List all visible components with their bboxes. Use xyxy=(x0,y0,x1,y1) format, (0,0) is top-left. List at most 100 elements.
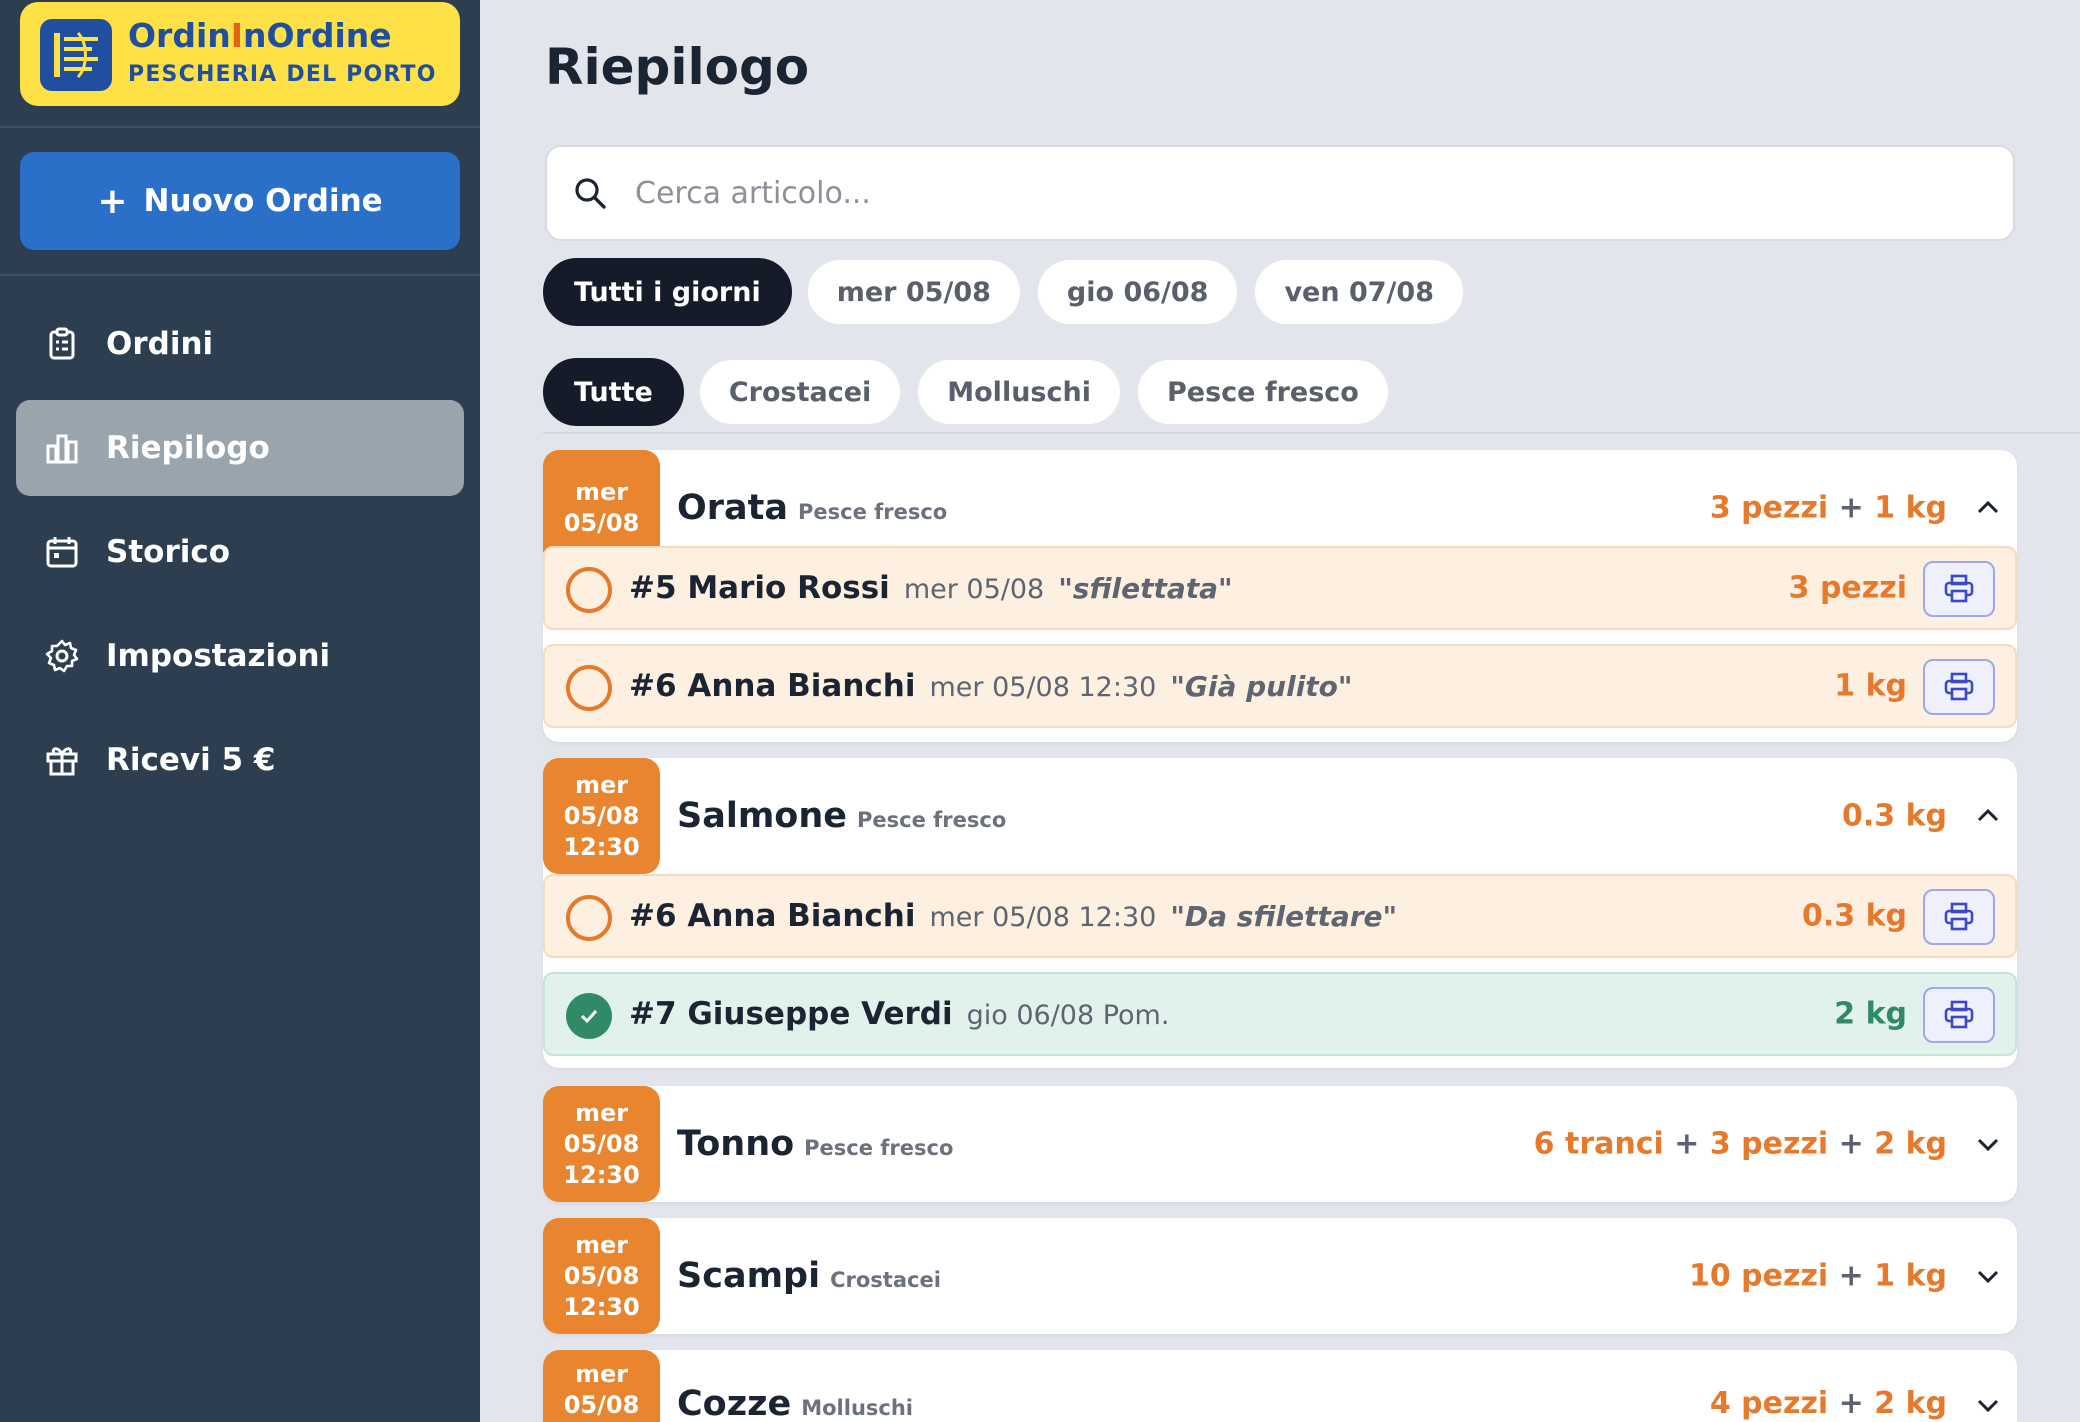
order-row[interactable]: #7 Giuseppe Verdi gio 06/08 Pom. 2 kg xyxy=(543,972,2017,1056)
new-order-button[interactable]: + Nuovo Ordine xyxy=(20,152,460,250)
brand-logo[interactable]: OrdinInOrdine PESCHERIA DEL PORTO xyxy=(20,2,460,106)
product-name: Tonno xyxy=(677,1124,795,1164)
product-category: Crostacei xyxy=(830,1268,941,1292)
order-time: mer 05/08 12:30 xyxy=(929,902,1157,933)
product-name: Cozze xyxy=(677,1384,792,1422)
order-customer: #7 Giuseppe Verdi xyxy=(629,996,953,1032)
print-button[interactable] xyxy=(1923,561,1995,617)
calendar-icon xyxy=(46,537,78,568)
sidebar-item-ordini[interactable]: Ordini xyxy=(16,296,464,392)
product-category: Pesce fresco xyxy=(804,1136,954,1160)
gear-icon xyxy=(45,639,79,673)
category-filter-chip[interactable]: Pesce fresco xyxy=(1135,358,1390,426)
product-title: Scampi Crostacei xyxy=(677,1256,941,1296)
product-total: 3 pezzi + 1 kg xyxy=(1710,491,1947,526)
sidebar-divider xyxy=(0,274,480,276)
sidebar-item-label: Riepilogo xyxy=(106,430,270,466)
product-name: Salmone xyxy=(677,796,847,836)
category-filter-chip[interactable]: Molluschi xyxy=(916,358,1122,426)
order-note: "sfilettata" xyxy=(1058,572,1233,605)
category-filter-chip[interactable]: Crostacei xyxy=(697,358,903,426)
printer-icon xyxy=(1944,902,1974,931)
print-button[interactable] xyxy=(1923,889,1995,945)
sidebar-item-riepilogo[interactable]: Riepilogo xyxy=(16,400,464,496)
chevron-down-icon[interactable] xyxy=(1973,1129,2003,1159)
badge-day: mer xyxy=(574,1360,629,1388)
product-name: Scampi xyxy=(677,1256,821,1296)
product-card: mer 05/08 Orata Pesce fresco 3 pezzi + 1… xyxy=(543,450,2017,742)
order-customer: #6 Anna Bianchi xyxy=(629,668,916,704)
new-order-label: Nuovo Ordine xyxy=(143,183,383,219)
product-header[interactable]: mer 05/08 Cozze Molluschi 4 pezzi + 2 kg xyxy=(543,1350,2017,1422)
order-time: mer 05/08 xyxy=(903,574,1045,605)
total-part: 4 pezzi xyxy=(1709,1386,1829,1421)
divider xyxy=(543,432,2080,434)
product-category: Pesce fresco xyxy=(857,808,1007,832)
product-total: 10 pezzi + 1 kg xyxy=(1689,1259,1947,1294)
product-title: Salmone Pesce fresco xyxy=(677,796,1006,836)
total-part: 3 pezzi xyxy=(1709,490,1829,526)
chevron-up-icon[interactable] xyxy=(1973,801,2003,831)
day-filter-chip[interactable]: gio 06/08 xyxy=(1035,258,1240,326)
order-row[interactable]: #5 Mario Rossi mer 05/08 "sfilettata" 3 … xyxy=(543,546,2017,630)
gift-icon xyxy=(46,747,78,776)
order-row[interactable]: #6 Anna Bianchi mer 05/08 12:30 "Già pul… xyxy=(543,644,2017,728)
plus-icon: + xyxy=(97,180,128,222)
day-filter-chip[interactable]: mer 05/08 xyxy=(805,258,1022,326)
chevron-down-icon[interactable] xyxy=(1973,1390,2003,1420)
sidebar-item-ricevi[interactable]: Ricevi 5 € xyxy=(16,712,464,808)
chevron-up-icon[interactable] xyxy=(1973,493,2003,523)
badge-date: 05/08 xyxy=(563,1129,640,1158)
order-row[interactable]: #6 Anna Bianchi mer 05/08 12:30 "Da sfil… xyxy=(543,874,2017,958)
sidebar-item-impostazioni[interactable]: Impostazioni xyxy=(16,608,464,704)
order-time: mer 05/08 12:30 xyxy=(929,672,1157,703)
sidebar-item-storico[interactable]: Storico xyxy=(16,504,464,600)
order-text: #6 Anna Bianchi mer 05/08 12:30 "Già pul… xyxy=(629,668,1353,704)
brand-title-part: nOrdine xyxy=(243,16,392,55)
product-header[interactable]: mer 05/08 12:30 Scampi Crostacei 10 pezz… xyxy=(543,1218,2017,1334)
date-badge: mer 05/08 12:30 xyxy=(543,1218,660,1334)
category-filter-row: Tutte Crostacei Molluschi Pesce fresco xyxy=(543,358,1390,426)
print-button[interactable] xyxy=(1923,987,1995,1043)
status-pending-icon[interactable] xyxy=(566,895,612,941)
status-pending-icon[interactable] xyxy=(566,665,612,711)
total-plus: + xyxy=(1838,1386,1864,1421)
product-header[interactable]: mer 05/08 12:30 Salmone Pesce fresco 0.3… xyxy=(543,758,2017,874)
sidebar-item-label: Ordini xyxy=(106,326,214,362)
sidebar-item-label: Impostazioni xyxy=(106,638,331,674)
badge-day: mer xyxy=(574,770,629,799)
product-card: mer 05/08 12:30 Salmone Pesce fresco 0.3… xyxy=(543,758,2017,1068)
day-filter-all[interactable]: Tutti i giorni xyxy=(543,258,792,326)
badge-time: 12:30 xyxy=(563,1160,640,1189)
printer-icon xyxy=(1944,672,1974,701)
search-bar[interactable] xyxy=(545,145,2015,241)
order-qty: 0.3 kg xyxy=(1801,898,1907,934)
badge-date: 05/08 xyxy=(563,1261,640,1290)
chevron-down-icon[interactable] xyxy=(1973,1261,2003,1291)
product-total: 4 pezzi + 2 kg xyxy=(1710,1386,1947,1421)
total-plus: + xyxy=(1838,1126,1864,1162)
order-note: "Già pulito" xyxy=(1170,670,1353,703)
order-time: gio 06/08 Pom. xyxy=(966,1000,1170,1031)
category-filter-all[interactable]: Tutte xyxy=(543,358,684,426)
badge-time: 12:30 xyxy=(563,832,640,861)
clipboard-icon xyxy=(49,327,75,360)
printer-icon xyxy=(1944,574,1974,603)
total-part: 2 kg xyxy=(1874,1386,1947,1421)
brand-title-accent: I xyxy=(230,16,244,55)
total-part: 1 kg xyxy=(1874,1258,1947,1294)
total-plus: + xyxy=(1674,1126,1700,1162)
status-pending-icon[interactable] xyxy=(566,567,612,613)
product-header[interactable]: mer 05/08 12:30 Tonno Pesce fresco 6 tra… xyxy=(543,1086,2017,1202)
bar-chart-icon xyxy=(46,434,78,464)
check-icon xyxy=(580,1009,598,1024)
print-button[interactable] xyxy=(1923,659,1995,715)
search-icon xyxy=(575,178,606,209)
badge-day: mer xyxy=(574,1098,629,1127)
sidebar-divider xyxy=(0,126,480,128)
badge-date: 05/08 xyxy=(563,801,640,830)
day-filter-chip[interactable]: ven 07/08 xyxy=(1253,258,1465,326)
search-input[interactable] xyxy=(635,175,1935,211)
status-done-icon[interactable] xyxy=(566,993,612,1039)
day-filter-row: Tutti i giorni mer 05/08 gio 06/08 ven 0… xyxy=(543,258,1465,326)
